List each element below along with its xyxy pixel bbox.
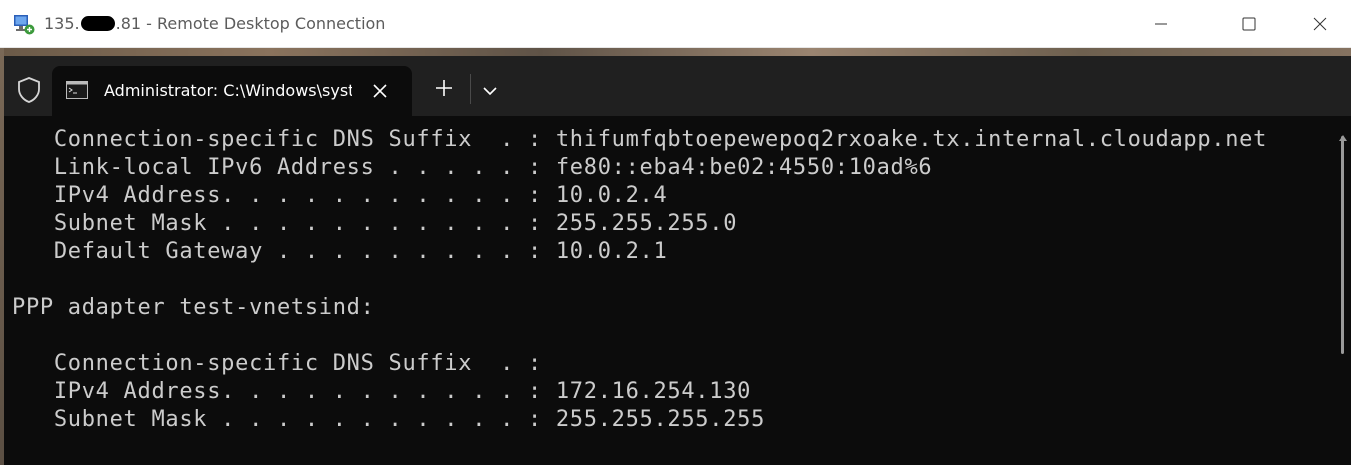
chevron-down-icon[interactable]	[482, 82, 498, 96]
vertical-scrollbar[interactable]	[1335, 116, 1351, 465]
console-line: Subnet Mask . . . . . . . . . . . : 255.…	[12, 211, 738, 236]
console-line: Default Gateway . . . . . . . . . : 10.0…	[12, 239, 668, 264]
close-window-button[interactable]	[1297, 0, 1343, 48]
remote-desktop-icon[interactable]	[12, 12, 36, 36]
console-line: Connection-specific DNS Suffix . :	[12, 351, 542, 376]
console-line: Subnet Mask . . . . . . . . . . . : 255.…	[12, 407, 766, 432]
scroll-up-arrow-icon[interactable]	[1339, 126, 1347, 141]
console-line: Connection-specific DNS Suffix . : thifu…	[12, 127, 1268, 152]
command-prompt-icon	[66, 81, 88, 99]
console-output[interactable]: Connection-specific DNS Suffix . : thifu…	[12, 98, 1332, 465]
redaction-mark	[80, 16, 115, 31]
console-line: PPP adapter test-vnetsind:	[12, 295, 375, 320]
minimize-button[interactable]	[1138, 0, 1184, 48]
window-title-suffix: .81 - Remote Desktop Connection	[115, 14, 386, 33]
console-line: IPv4 Address. . . . . . . . . . . : 10.0…	[12, 183, 668, 208]
window-title-prefix: 135.	[44, 14, 80, 33]
console-line: Link-local IPv6 Address . . . . . : fe80…	[12, 155, 933, 180]
scrollbar-thumb[interactable]	[1341, 136, 1344, 354]
close-icon	[1313, 17, 1327, 31]
new-tab-plus-icon[interactable]	[434, 78, 454, 98]
rdp-title-bar: 135. .81 - Remote Desktop Connection	[0, 0, 1351, 48]
maximize-icon	[1242, 17, 1256, 31]
desktop-wallpaper	[0, 48, 1351, 56]
maximize-button[interactable]	[1226, 0, 1272, 48]
console-line: IPv4 Address. . . . . . . . . . . : 172.…	[12, 379, 752, 404]
minimize-icon	[1155, 23, 1167, 25]
window-title: 135. .81 - Remote Desktop Connection	[44, 14, 385, 33]
